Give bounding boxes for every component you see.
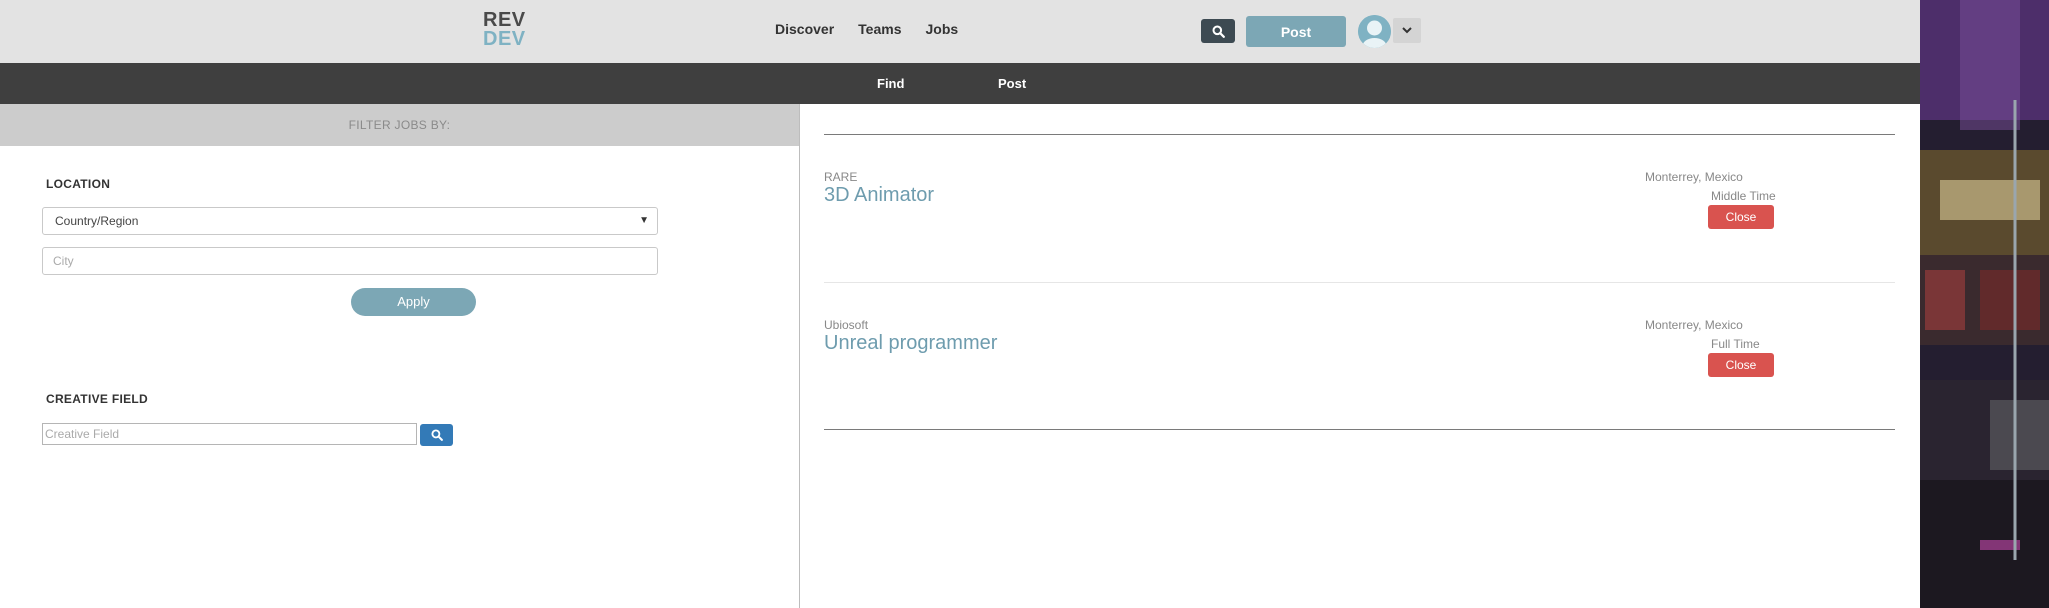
job-separator — [824, 282, 1895, 283]
job-time-type: Middle Time — [1711, 189, 1776, 203]
city-input[interactable] — [42, 247, 658, 275]
job-title[interactable]: Unreal programmer — [824, 332, 997, 355]
job-location: Monterrey, Mexico — [1645, 170, 1743, 184]
revdev-logo[interactable]: REV DEV — [483, 10, 526, 50]
subnav-find[interactable]: Find — [877, 76, 904, 91]
search-icon — [430, 429, 443, 441]
background-scene — [1920, 0, 2049, 608]
chevron-down-icon — [1402, 27, 1412, 34]
creative-field-search-button[interactable] — [420, 424, 453, 446]
header-search-button[interactable] — [1201, 19, 1235, 43]
user-avatar[interactable] — [1358, 15, 1391, 48]
nav-discover[interactable]: Discover — [775, 21, 834, 37]
caret-down-icon: ▼ — [639, 215, 649, 226]
main-nav: Discover Teams Jobs — [775, 21, 958, 37]
apply-button[interactable]: Apply — [351, 288, 476, 316]
job-company: Ubiosoft — [824, 318, 869, 332]
logo-line-2: DEV — [483, 28, 526, 50]
subnav-post[interactable]: Post — [998, 76, 1026, 91]
user-avatar-icon — [1358, 15, 1391, 48]
job-company: RARE — [824, 170, 858, 184]
nav-jobs[interactable]: Jobs — [925, 21, 958, 37]
creative-field-input[interactable] — [42, 423, 417, 445]
close-job-button[interactable]: Close — [1708, 353, 1774, 377]
filter-heading: FILTER JOBS BY: — [0, 104, 799, 146]
list-bottom-divider — [824, 429, 1895, 430]
job-location: Monterrey, Mexico — [1645, 318, 1743, 332]
top-header: REV DEV Discover Teams Jobs Post — [0, 0, 1920, 63]
jobs-subnav: Find Post — [0, 63, 1920, 104]
country-select-value: Country/Region — [55, 214, 139, 228]
job-title[interactable]: 3D Animator — [824, 184, 934, 207]
job-listing[interactable]: RARE 3D Animator Monterrey, Mexico Middl… — [824, 170, 1895, 270]
country-region-select[interactable]: Country/Region ▼ — [42, 207, 658, 235]
job-listing[interactable]: Ubiosoft Unreal programmer Monterrey, Me… — [824, 318, 1895, 418]
close-job-button[interactable]: Close — [1708, 205, 1774, 229]
panel-divider — [799, 104, 800, 608]
list-top-divider — [824, 134, 1895, 135]
creative-field-label: CREATIVE FIELD — [46, 392, 148, 406]
nav-teams[interactable]: Teams — [858, 21, 901, 37]
background-image — [1920, 0, 2049, 608]
user-menu-dropdown[interactable] — [1393, 18, 1421, 43]
job-time-type: Full Time — [1711, 337, 1760, 351]
search-icon — [1212, 25, 1225, 38]
app-window: REV DEV Discover Teams Jobs Post Find Po… — [0, 0, 1920, 608]
location-label: LOCATION — [46, 177, 111, 191]
header-post-button[interactable]: Post — [1246, 16, 1346, 47]
